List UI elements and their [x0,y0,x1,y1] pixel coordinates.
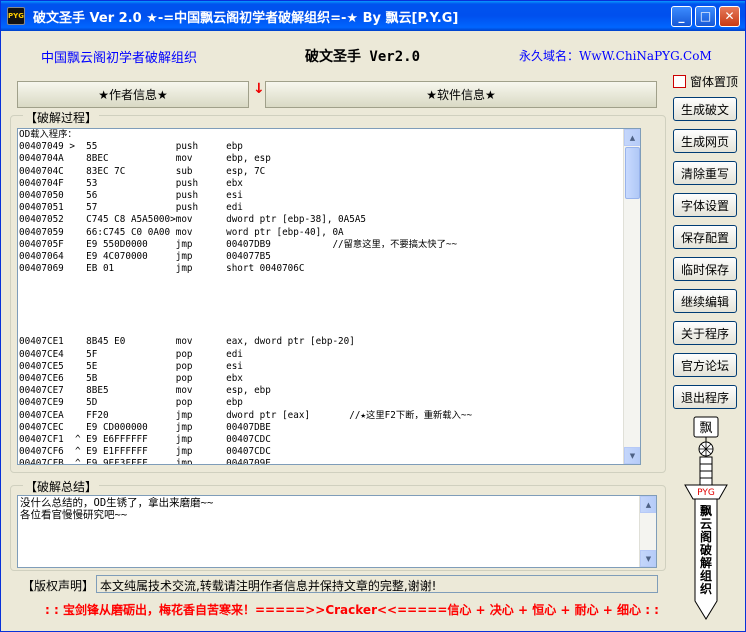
scroll-up-icon[interactable]: ▲ [640,496,656,513]
sword-top-char: 飘 [699,421,712,436]
generate-webpage-button[interactable]: 生成网页 [673,129,737,153]
maximize-button[interactable]: □ [695,5,716,27]
scroll-thumb[interactable] [625,147,640,199]
copyright-label: 【版权声明】 [22,579,95,593]
scroll-down-icon[interactable]: ▼ [640,550,656,567]
exit-button[interactable]: 退出程序 [673,385,737,409]
title-bar[interactable]: PYG 破文圣手 Ver 2.0 ★-=中国飘云阁初学者破解组织=-★ By 飘… [1,1,745,31]
domain-value: WwW.ChiNaPYG.CoM [579,49,712,63]
app-logo-icon: PYG [7,7,25,25]
window-title: 破文圣手 Ver 2.0 ★-=中国飘云阁初学者破解组织=-★ By 飘云[P.… [33,10,459,26]
summary-scrollbar[interactable]: ▲ ▼ [639,496,656,567]
minimize-button[interactable]: _ [671,5,692,27]
author-info-button[interactable]: ★作者信息★ [17,81,249,108]
scroll-up-icon[interactable]: ▲ [624,129,640,146]
domain-info: 永久域名：WwW.ChiNaPYG.CoM [519,47,712,64]
app-heading: 破文圣手 Ver2.0 [305,49,421,65]
footer-motto: : : 宝剑锋从磨砺出，梅花香自苦寒来！=====>>Cracker<<====… [45,603,659,617]
domain-label: 永久域名： [519,49,580,63]
close-button[interactable]: ✕ [719,5,740,27]
checkbox-box[interactable] [673,75,686,88]
process-text: OD载入程序： 00407049 > 55 push ebp 0040704A … [19,129,473,465]
temp-save-button[interactable]: 临时保存 [673,257,737,281]
copyright-field[interactable]: 本文纯属技术交流,转载请注明作者信息并保持文章的完整,谢谢! [96,575,658,593]
topmost-checkbox[interactable]: 窗体置顶 [673,73,738,90]
generate-article-button[interactable]: 生成破文 [673,97,737,121]
process-textarea[interactable]: OD载入程序： 00407049 > 55 push ebp 0040704A … [17,128,641,465]
process-scrollbar[interactable]: ▲ ▼ [623,129,640,464]
arrow-down-icon: ↓ [253,81,265,97]
official-forum-button[interactable]: 官方论坛 [673,353,737,377]
font-settings-button[interactable]: 字体设置 [673,193,737,217]
topmost-label: 窗体置顶 [690,75,739,89]
main-window: PYG 破文圣手 Ver 2.0 ★-=中国飘云阁初学者破解组织=-★ By 飘… [0,0,746,632]
org-name: 中国飘云阁初学者破解组织 [41,51,198,66]
process-label: 【破解过程】 [23,109,100,126]
sword-blade-text: 飘云阁破解组织 [699,504,712,596]
summary-label: 【破解总结】 [23,478,100,495]
clear-rewrite-button[interactable]: 清除重写 [673,161,737,185]
summary-textarea[interactable]: 没什么总结的，OD生锈了，拿出来磨磨~~ 各位看官慢慢研究吧~~ ▲ ▼ [17,495,657,568]
scroll-down-icon[interactable]: ▼ [624,447,640,464]
save-config-button[interactable]: 保存配置 [673,225,737,249]
sword-guard-text: PYG [697,488,715,498]
header: 中国飘云阁初学者破解组织 破文圣手 Ver2.0 永久域名：WwW.ChiNaP… [1,41,745,71]
software-info-button[interactable]: ★软件信息★ [265,81,657,108]
continue-edit-button[interactable]: 继续编辑 [673,289,737,313]
about-button[interactable]: 关于程序 [673,321,737,345]
sword-logo: 飘 PYG 飘云阁破解组织 [673,415,739,625]
summary-text: 没什么总结的，OD生锈了，拿出来磨磨~~ 各位看官慢慢研究吧~~ [20,497,214,521]
